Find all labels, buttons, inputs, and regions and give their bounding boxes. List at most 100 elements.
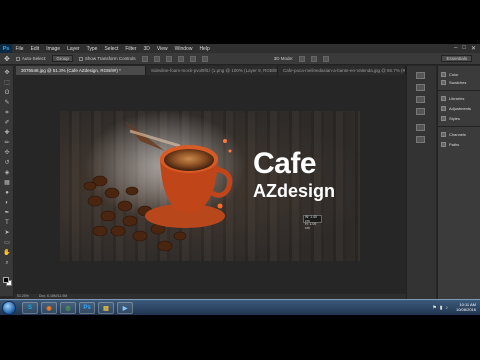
menu-file[interactable]: File [12,46,27,52]
taskbar-media-icon[interactable]: ▶ [117,302,133,314]
tab-document-3[interactable]: Cafe-poca-melinedasian-a-bante-en-Valend… [278,66,406,75]
swatches-icon [441,80,446,85]
align-top-icon[interactable] [141,55,148,62]
gradient-icon[interactable]: ▦ [3,180,11,187]
transform-measure-tooltip: W: 1.40 cm H: 1.09 cm [303,215,322,229]
align-center-icon[interactable] [189,55,196,62]
move-icon[interactable]: ✥ [3,70,11,77]
auto-select-dropdown[interactable]: Group [52,55,73,62]
coffee-cup-illustration [83,111,245,252]
3d-rotate-icon[interactable] [299,55,306,62]
panel-color[interactable]: Color [441,72,459,77]
network-icon[interactable]: ▮ [440,305,443,311]
auto-select-checkbox[interactable]: Auto-Select: [15,56,46,61]
crop-icon[interactable]: ⌗ [3,110,11,117]
channels-icon [441,132,446,137]
3d-mode-label: 3D Mode: [273,56,294,61]
taskbar-firefox-icon[interactable]: ◉ [41,302,57,314]
taskbar-chrome-icon[interactable]: ◎ [60,302,76,314]
menu-layer[interactable]: Layer [64,46,84,52]
menu-bar: Ps File Edit Image Layer Type Select Fil… [0,44,480,53]
workspace-switcher[interactable]: Essentials [441,55,472,62]
hand-icon[interactable]: ✋ [3,250,11,257]
photoshop-window: Ps File Edit Image Layer Type Select Fil… [0,44,480,315]
properties-panel-icon[interactable] [416,84,425,91]
blur-icon[interactable]: ● [3,190,11,197]
brush-icon[interactable]: ✏ [3,140,11,147]
minimize-icon[interactable]: – [454,45,457,52]
restore-icon[interactable]: □ [462,45,466,52]
options-bar: ✥ Auto-Select: Group Show Transform Cont… [0,53,480,65]
canvas-subtitle-text[interactable]: AZdesign [253,181,335,202]
document-tabs: 3075548.jpg @ 51.3% (Cafe AZdesign, RGB/… [16,66,406,75]
transform-controls-checkbox[interactable]: Show Transform Controls [78,56,136,61]
document-canvas[interactable]: Cafe AZdesign [60,111,360,261]
taskbar-photoshop-icon[interactable]: Ps [79,302,95,314]
dodge-icon[interactable]: ◐ [3,200,11,207]
menu-select[interactable]: Select [101,46,122,52]
marquee-icon[interactable]: ⬚ [3,80,11,87]
canvas-title-text[interactable]: Cafe [253,147,317,181]
styles-icon [441,116,446,121]
paths-icon [441,142,446,147]
menu-window[interactable]: Window [171,46,196,52]
menu-edit[interactable]: Edit [27,46,43,52]
character-panel-icon[interactable] [416,96,425,103]
align-left-icon[interactable] [177,55,184,62]
taskbar-skype-icon[interactable]: S [22,302,38,314]
clock[interactable]: 10:11 AM 10/08/2016 [456,302,476,312]
system-tray: ⚑ ▮ ♪ [432,305,448,311]
eyedropper-icon[interactable]: ✐ [3,120,11,127]
foreground-color-swatch[interactable] [3,277,9,283]
3d-drag-icon[interactable] [323,55,330,62]
shape-icon[interactable]: ▭ [3,240,11,247]
clock-date: 10/08/2016 [455,307,476,312]
lasso-icon[interactable]: ʘ [3,90,11,97]
brush-panel-icon[interactable] [416,124,425,131]
taskbar-explorer-icon[interactable]: ▤ [98,302,114,314]
color-icon [441,72,446,77]
clone-icon[interactable]: ✣ [3,150,11,157]
zoom-icon[interactable]: ⌕ [3,260,11,267]
move-tool-icon[interactable]: ✥ [4,55,10,63]
eraser-icon[interactable]: ◈ [3,170,11,177]
type-icon[interactable]: T [3,220,11,227]
collapsed-panel-strip [406,66,436,299]
menu-filter[interactable]: Filter [122,46,140,52]
path-select-icon[interactable]: ➤ [3,230,11,237]
menu-view[interactable]: View [153,46,171,52]
menu-type[interactable]: Type [83,46,101,52]
volume-icon[interactable]: ♪ [446,305,449,311]
paragraph-panel-icon[interactable] [416,108,425,115]
menu-3d[interactable]: 3D [140,46,153,52]
pen-icon[interactable]: ✒ [3,210,11,217]
canvas-workspace[interactable]: Cafe AZdesign W: 1.40 cm H: 1.09 cm [15,75,406,294]
panel-libraries[interactable]: Libraries [441,96,464,101]
panel-channels[interactable]: Channels [441,132,466,137]
close-icon[interactable]: ✕ [471,45,476,52]
3d-roll-icon[interactable] [311,55,318,62]
start-button-icon[interactable] [2,301,16,315]
align-middle-icon[interactable] [153,55,160,62]
align-bottom-icon[interactable] [165,55,172,62]
panel-styles[interactable]: Styles [441,116,460,121]
adjustments-icon [441,106,446,111]
layers-panel-icon[interactable] [416,136,425,143]
video-letterbox-top [0,0,480,44]
panel-swatches[interactable]: Swatches [441,80,466,85]
align-right-icon[interactable] [201,55,208,62]
history-brush-icon[interactable]: ↺ [3,160,11,167]
tab-document-2[interactable]: Sidedine-foam-mock-pvol9fit.l (1.png @ 1… [146,66,278,75]
flag-icon[interactable]: ⚑ [432,305,436,311]
menu-image[interactable]: Image [43,46,64,52]
healing-icon[interactable]: ✚ [3,130,11,137]
photoshop-logo-icon: Ps [0,44,12,53]
history-panel-icon[interactable] [416,72,425,79]
video-letterbox-bottom [0,315,480,360]
quick-select-icon[interactable]: ✎ [3,100,11,107]
panel-paths[interactable]: Paths [441,142,459,147]
panel-adjustments[interactable]: Adjustments [441,106,471,111]
menu-help[interactable]: Help [196,46,213,52]
tab-document-active[interactable]: 3075548.jpg @ 51.3% (Cafe AZdesign, RGB/… [16,66,146,75]
window-controls: – □ ✕ [454,45,476,52]
